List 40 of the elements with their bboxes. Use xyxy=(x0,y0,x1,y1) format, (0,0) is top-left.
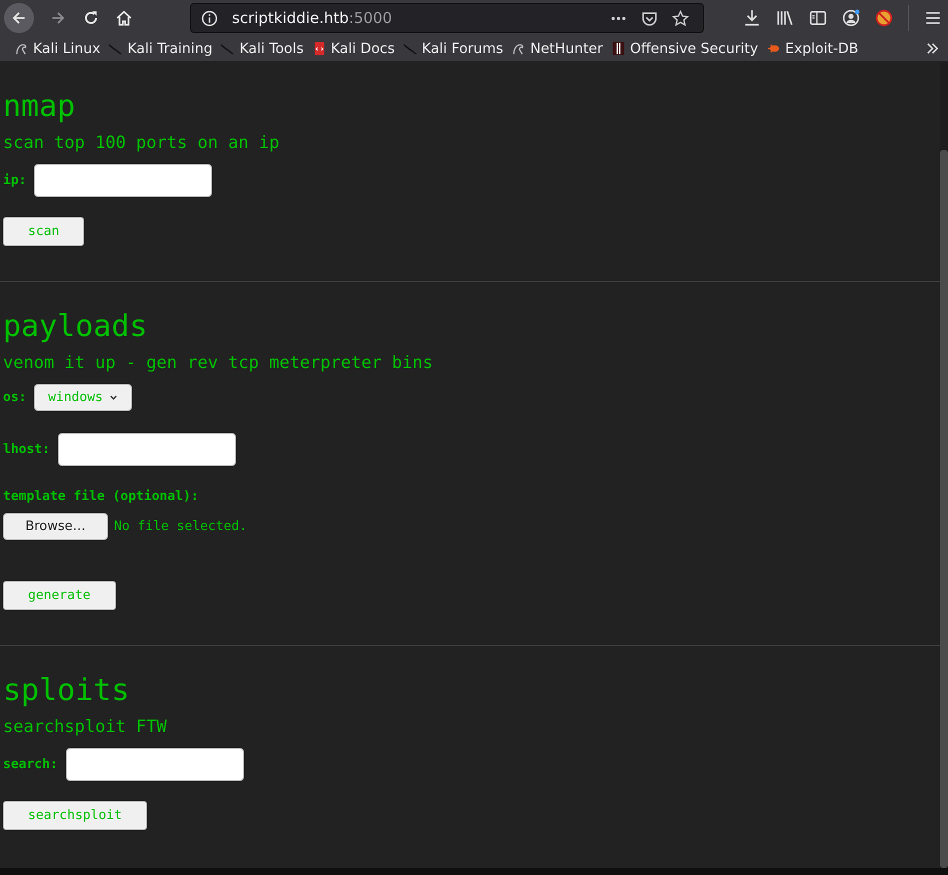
reload-icon[interactable] xyxy=(82,9,100,27)
sidebar-icon[interactable] xyxy=(809,9,827,27)
bookmark-link[interactable]: NetHunter xyxy=(511,40,603,56)
back-icon[interactable] xyxy=(4,3,34,33)
section-heading: nmap xyxy=(3,89,76,125)
bookmark-link[interactable]: Exploit-DB xyxy=(766,40,858,56)
library-icon[interactable] xyxy=(776,9,794,27)
input-field[interactable] xyxy=(66,748,244,781)
pocket-icon[interactable] xyxy=(641,10,658,26)
field-label: os: xyxy=(3,390,26,405)
info-icon[interactable] xyxy=(201,10,218,26)
account-icon[interactable] xyxy=(842,9,860,27)
input-field[interactable] xyxy=(34,164,212,197)
bookmark-link[interactable]: Kali Linux xyxy=(14,40,100,56)
section-description: venom it up - gen rev tcp meterpreter bins xyxy=(3,352,434,375)
bookmark-link[interactable]: Kali Docs xyxy=(312,40,395,56)
star-icon[interactable] xyxy=(672,10,689,26)
field-label: ip: xyxy=(3,173,26,188)
section-description: scan top 100 ports on an ip xyxy=(3,132,280,155)
field-label: search: xyxy=(3,757,58,772)
menu-icon[interactable] xyxy=(924,9,942,27)
input-field[interactable] xyxy=(58,433,236,466)
url-text: scriptkiddie.htb:5000 xyxy=(232,9,392,27)
chevron-icon[interactable] xyxy=(925,41,940,56)
browse-button[interactable]: Browse… xyxy=(3,513,108,540)
download-icon[interactable] xyxy=(743,9,761,27)
section-heading: payloads xyxy=(3,309,148,345)
bookmark-link[interactable]: Kali Forums xyxy=(402,40,504,56)
home-icon[interactable] xyxy=(115,9,133,27)
bookmark-link[interactable]: Offensive Security xyxy=(610,40,758,56)
section-heading: sploits xyxy=(3,673,130,709)
bookmark-link[interactable]: Kali Training xyxy=(108,40,212,56)
file-status: No file selected. xyxy=(114,519,248,534)
field-label: lhost: xyxy=(3,442,50,457)
section-description: searchsploit FTW xyxy=(3,716,168,739)
tower-icon[interactable] xyxy=(610,41,626,56)
field-label: template file (optional): xyxy=(3,488,200,506)
address-bar[interactable]: scriptkiddie.htb:5000 xyxy=(190,3,704,33)
bookmark-link[interactable]: Kali Tools xyxy=(220,40,304,56)
blocked-extension-icon[interactable] xyxy=(875,9,893,27)
